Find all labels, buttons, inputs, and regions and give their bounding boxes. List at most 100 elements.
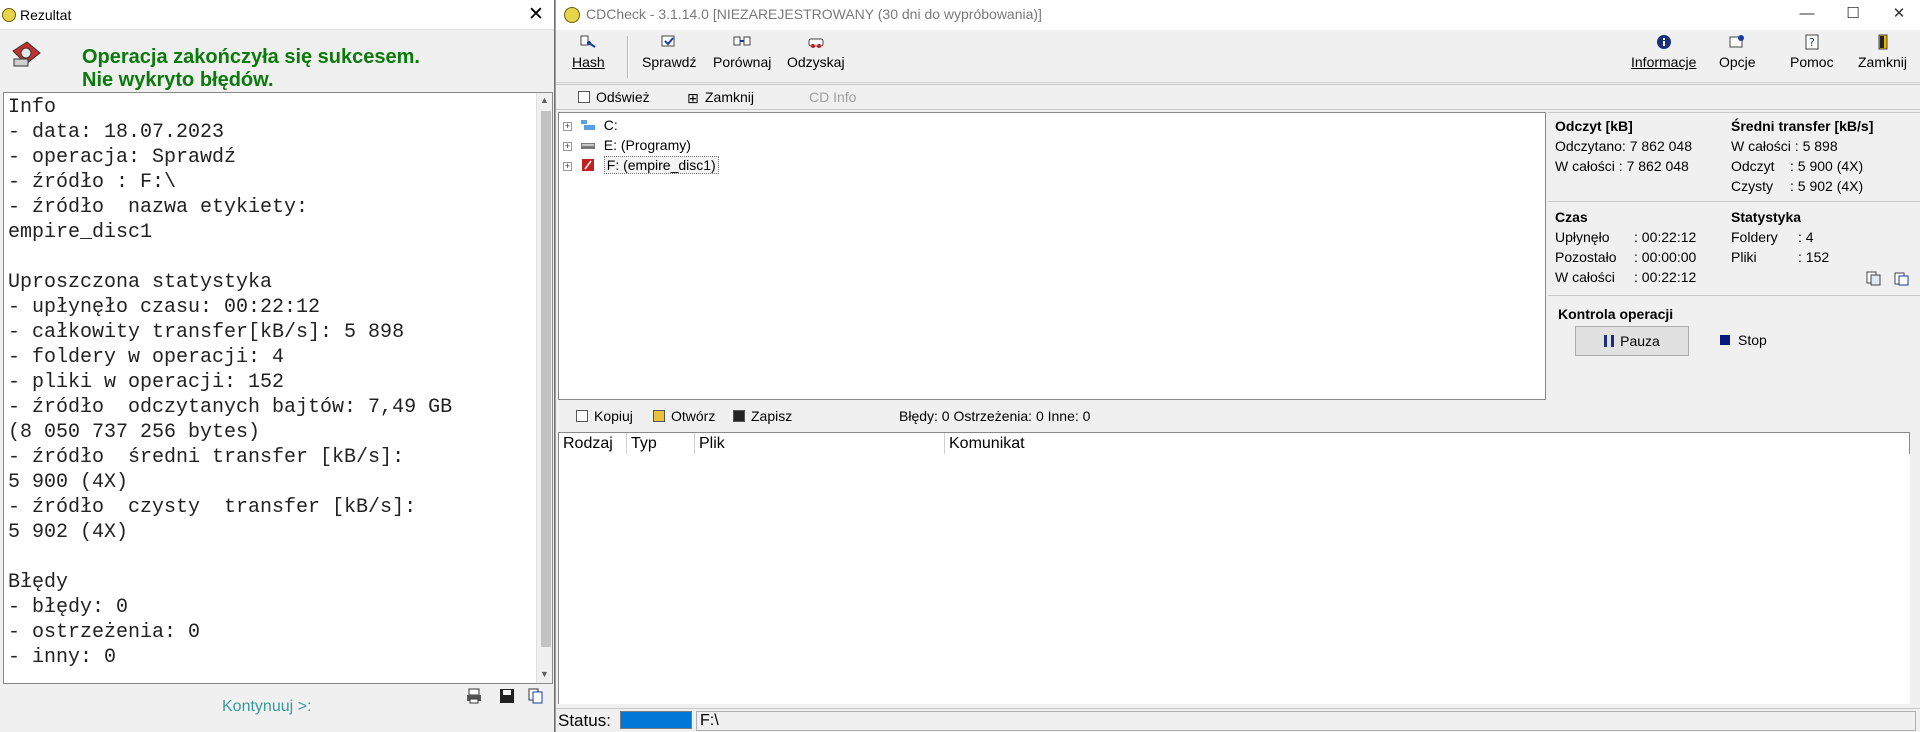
disc-drive-icon bbox=[581, 159, 594, 171]
avg-clean-value: : 5 902 (4X) bbox=[1790, 178, 1864, 194]
continue-button[interactable]: Kontynuuj >: bbox=[222, 698, 311, 716]
hash-icon bbox=[580, 35, 596, 48]
dialog-title: Rezultat bbox=[20, 7, 72, 23]
save-icon bbox=[733, 410, 745, 422]
report-line: 5 902 (4X) bbox=[8, 521, 129, 544]
remaining-label: Pozostało bbox=[1555, 249, 1617, 265]
open-button[interactable]: Otwórz bbox=[653, 408, 715, 424]
folders-value: : 4 bbox=[1798, 229, 1814, 245]
close-tree-button[interactable]: ⊞ Zamknij bbox=[687, 89, 754, 106]
log-table-body[interactable] bbox=[558, 454, 1910, 704]
recover-button[interactable]: Odzyskaj bbox=[787, 34, 845, 70]
check-button[interactable]: Sprawdź bbox=[642, 34, 696, 70]
time-total-label: W całości bbox=[1555, 269, 1615, 285]
report-line: - źródło odczytanych bajtów: 7,49 GB bbox=[8, 396, 453, 419]
log-summary: Błędy: 0 Ostrzeżenia: 0 Inne: 0 bbox=[899, 408, 1091, 424]
pause-button[interactable]: Pauza bbox=[1575, 326, 1689, 356]
scroll-up-icon[interactable]: ▲ bbox=[540, 95, 549, 105]
status-path: F:\ bbox=[696, 711, 1916, 731]
report-line: (8 050 737 256 bytes) bbox=[8, 421, 261, 444]
report-line: - ostrzeżenia: 0 bbox=[8, 621, 201, 644]
help-button[interactable]: ? Pomoc bbox=[1790, 34, 1834, 70]
result-dialog: Rezultat ✕ Operacja zakończyła się sukce… bbox=[0, 0, 555, 732]
open-folder-icon bbox=[653, 410, 665, 422]
files-label: Pliki bbox=[1731, 249, 1757, 265]
scroll-down-icon[interactable]: ▼ bbox=[540, 669, 549, 679]
status-progress-fill bbox=[621, 712, 691, 728]
read-done: Odczytano: 7 862 048 bbox=[1555, 138, 1692, 154]
avg-read-value: : 5 900 (4X) bbox=[1790, 158, 1864, 174]
hash-button[interactable]: Hash bbox=[572, 34, 605, 70]
compare-button[interactable]: Porównaj bbox=[713, 34, 771, 70]
save-icon[interactable] bbox=[499, 688, 515, 704]
toolbar-separator bbox=[627, 36, 629, 78]
avg-total: W całości : 5 898 bbox=[1731, 138, 1838, 154]
print-icon[interactable] bbox=[466, 688, 482, 704]
avg-transfer-header: Średni transfer [kB/s] bbox=[1731, 118, 1874, 134]
dialog-titlebar: Rezultat ✕ bbox=[0, 0, 554, 30]
avg-read-label: Odczyt bbox=[1731, 158, 1775, 174]
compare-icon bbox=[733, 36, 751, 46]
expand-icon[interactable]: + bbox=[563, 162, 572, 171]
copy-stats-icon[interactable] bbox=[1866, 271, 1881, 286]
report-line: - upłynęło czasu: 00:22:12 bbox=[8, 296, 321, 319]
column-message[interactable]: Komunikat bbox=[945, 433, 1911, 455]
expand-icon[interactable]: + bbox=[563, 142, 572, 151]
tree-item-c[interactable]: + C: bbox=[563, 115, 618, 135]
save-button[interactable]: Zapisz bbox=[733, 408, 792, 424]
column-kind[interactable]: Rodzaj bbox=[559, 433, 627, 455]
elapsed-label: Upłynęło bbox=[1555, 229, 1610, 245]
report-line: - źródło średni transfer [kB/s]: bbox=[8, 446, 405, 469]
log-toolbar: Kopiuj Otwórz Zapisz Błędy: 0 Ostrzeżeni… bbox=[556, 404, 1920, 430]
scroll-thumb[interactable] bbox=[541, 111, 551, 647]
status-bar: Status: F:\ bbox=[556, 708, 1920, 732]
report-line: - źródło nazwa etykiety: bbox=[8, 196, 309, 219]
copy-icon[interactable] bbox=[528, 688, 544, 704]
main-toolbar: Hash Sprawdź Porównaj Odzyskaj Informacj… bbox=[556, 30, 1920, 83]
information-button[interactable]: Informacje bbox=[1631, 34, 1696, 70]
close-window-button[interactable]: ✕ bbox=[1876, 0, 1920, 30]
time-stats-box: Czas Upłynęło : 00:22:12 Pozostało : 00:… bbox=[1548, 202, 1920, 296]
drive-tree[interactable]: + C: + E: (Programy) + F: (empire_disc1) bbox=[558, 112, 1546, 400]
time-total-value: : 00:22:12 bbox=[1634, 269, 1697, 285]
folders-label: Foldery bbox=[1731, 229, 1778, 245]
info-icon bbox=[1656, 35, 1671, 49]
close-app-button[interactable]: Zamknij bbox=[1858, 34, 1907, 70]
stop-button[interactable]: Stop bbox=[1720, 332, 1767, 348]
report-scrollbar[interactable]: ▲ ▼ bbox=[536, 93, 552, 683]
minimize-button[interactable]: — bbox=[1784, 0, 1830, 30]
remaining-value: : 00:00:00 bbox=[1634, 249, 1697, 265]
report-line: 5 900 (4X) bbox=[8, 471, 129, 494]
collapse-icon: ⊞ bbox=[687, 90, 699, 106]
clipboard-icon[interactable] bbox=[1894, 271, 1909, 286]
main-window-title: CDCheck - 3.1.14.0 [NIEZAREJESTROWANY (3… bbox=[586, 6, 1042, 22]
options-button[interactable]: Opcje bbox=[1719, 34, 1756, 70]
column-type[interactable]: Typ bbox=[627, 433, 695, 455]
close-dialog-button[interactable]: ✕ bbox=[528, 3, 544, 26]
hard-drive-icon bbox=[580, 143, 595, 149]
app-icon bbox=[564, 7, 580, 23]
read-header: Odczyt [kB] bbox=[1555, 118, 1633, 134]
success-message: Operacja zakończyła się sukcesem. bbox=[82, 46, 420, 68]
no-errors-message: Nie wykryto błędów. bbox=[82, 69, 274, 91]
refresh-button[interactable]: Odśwież bbox=[578, 89, 650, 105]
recover-icon bbox=[808, 38, 824, 48]
log-table-header: Rodzaj Typ Plik Komunikat bbox=[558, 432, 1911, 455]
network-drive-icon bbox=[580, 120, 595, 130]
stop-icon bbox=[1720, 335, 1730, 345]
report-text-area[interactable]: Info - data: 18.07.2023- operacja: Sprawd… bbox=[3, 92, 553, 684]
tree-item-f[interactable]: + F: (empire_disc1) bbox=[563, 155, 719, 175]
copy-button[interactable]: Kopiuj bbox=[576, 408, 633, 424]
tree-item-e[interactable]: + E: (Programy) bbox=[563, 135, 691, 155]
avg-clean-label: Czysty bbox=[1731, 178, 1773, 194]
report-content: Info - data: 18.07.2023- operacja: Sprawd… bbox=[8, 95, 536, 670]
main-titlebar: CDCheck - 3.1.14.0 [NIEZAREJESTROWANY (3… bbox=[556, 0, 1920, 30]
expand-icon[interactable]: + bbox=[563, 122, 572, 131]
report-line: - źródło czysty transfer [kB/s]: bbox=[8, 496, 417, 519]
maximize-button[interactable]: ☐ bbox=[1830, 0, 1876, 30]
refresh-icon bbox=[578, 91, 590, 103]
time-header: Czas bbox=[1555, 209, 1588, 225]
cd-info-button[interactable]: CD Info bbox=[809, 89, 856, 105]
report-line bbox=[8, 245, 536, 270]
column-file[interactable]: Plik bbox=[695, 433, 945, 455]
